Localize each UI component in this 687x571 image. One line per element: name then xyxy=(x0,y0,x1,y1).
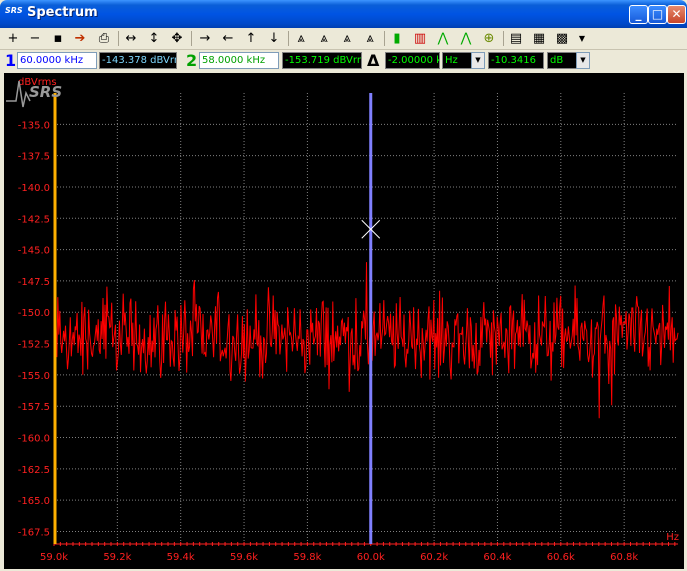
maximize-button[interactable]: □ xyxy=(648,5,667,24)
spectrum-chart[interactable]: -135.0 -137.5 -140.0 -142.5 -145.0 -147.5 -150… xyxy=(4,73,684,569)
fit-all-icon[interactable]: ✥ xyxy=(168,30,186,47)
menu-dropdown-icon[interactable]: ▼ xyxy=(573,30,591,47)
delta-value-unit-select[interactable]: dB xyxy=(547,52,577,69)
y-tick-label: -167.5 xyxy=(18,527,50,538)
y-tick-label: -155.0 xyxy=(18,371,50,382)
x-axis-label: Hz xyxy=(666,532,679,543)
arrow-left-icon[interactable]: ← xyxy=(219,30,237,47)
x-tick-label: 60.4k xyxy=(483,552,511,563)
delta-value: -10.3416 xyxy=(488,52,544,69)
marker2-value: -153.719 dBVrms xyxy=(282,52,362,69)
y-tick-label: -150.0 xyxy=(18,308,50,319)
minimize-button[interactable]: _ xyxy=(629,5,648,24)
svg-text:SRS: SRS xyxy=(29,83,62,101)
marker2-label: 2 xyxy=(186,51,198,70)
y-tick-label: -142.5 xyxy=(18,214,50,225)
fit-vertical-icon[interactable]: ↕ xyxy=(145,30,163,47)
target-icon[interactable]: ⊕ xyxy=(480,30,498,47)
marker-peak-icon[interactable]: ⩓ xyxy=(292,30,310,47)
close-icon: ✕ xyxy=(671,7,682,21)
marker2-freq-input[interactable]: 58.0000 kHz xyxy=(199,52,279,69)
y-tick-label: -152.5 xyxy=(18,340,50,351)
fit-horizontal-icon[interactable]: ↔ xyxy=(122,30,140,47)
spectrum-window: SRS Spectrum _ □ ✕ + − ▪ ➔ ⎙ ↔ ↕ ✥ → ← ↑… xyxy=(0,0,687,571)
x-tick-label: 59.0k xyxy=(40,552,68,563)
peak-right-icon[interactable]: ⋀ xyxy=(457,30,475,47)
table-icon[interactable]: ▦ xyxy=(530,30,548,47)
y-tick-label: -147.5 xyxy=(18,277,50,288)
arrow-right-icon[interactable]: → xyxy=(196,30,214,47)
spectrum-trace xyxy=(53,262,679,419)
delta-symbol: Δ xyxy=(367,51,380,70)
print-icon[interactable]: ⎙ xyxy=(95,30,113,47)
delta-freq-value: -2.00000 kHz xyxy=(385,52,440,69)
marker1-value: -143.378 dBVrms xyxy=(99,52,177,69)
marker-max-icon[interactable]: ⩓ xyxy=(338,30,356,47)
window-title: Spectrum xyxy=(27,5,98,20)
toolbar: + − ▪ ➔ ⎙ ↔ ↕ ✥ → ← ↑ ↓ ⩓ ⩓ ⩓ ⩓ ▮ ▥ ⋀ ⋀ … xyxy=(0,28,687,50)
arrow-up-icon[interactable]: ↑ xyxy=(242,30,260,47)
srs-app-icon: SRS xyxy=(5,6,23,15)
maximize-icon: □ xyxy=(651,7,664,21)
minimize-icon: _ xyxy=(635,7,642,21)
marker-min-icon[interactable]: ⩓ xyxy=(361,30,379,47)
y-tick-label: -165.0 xyxy=(18,496,50,507)
chevron-down-icon[interactable]: ▼ xyxy=(576,52,590,69)
color-bars-icon[interactable]: ▮ xyxy=(388,30,406,47)
x-tick-label: 59.4k xyxy=(167,552,195,563)
y-tick-label: -145.0 xyxy=(18,246,50,257)
y-tick-label: -157.5 xyxy=(18,402,50,413)
x-tick-label: 59.8k xyxy=(293,552,321,563)
marker1-label: 1 xyxy=(5,51,17,70)
x-tick-label: 60.6k xyxy=(547,552,575,563)
zoom-out-icon[interactable]: − xyxy=(26,30,44,47)
chevron-down-icon[interactable]: ▼ xyxy=(471,52,485,69)
x-tick-label: 59.2k xyxy=(103,552,131,563)
chart-props-icon[interactable]: ▥ xyxy=(411,30,429,47)
y-tick-label: -160.0 xyxy=(18,434,50,445)
y-tick-label: -162.5 xyxy=(18,465,50,476)
peak-left-icon[interactable]: ⋀ xyxy=(434,30,452,47)
title-bar[interactable]: SRS Spectrum _ □ ✕ xyxy=(0,0,687,28)
srs-logo: SRS xyxy=(6,80,62,108)
y-tick-label: -135.0 xyxy=(18,120,50,131)
export-icon[interactable]: ➔ xyxy=(71,30,89,47)
y-tick-label: -140.0 xyxy=(18,183,50,194)
marker1-freq-input[interactable]: 60.0000 kHz xyxy=(17,52,97,69)
marker-readout-bar: 1 60.0000 kHz -143.378 dBVrms 2 58.0000 … xyxy=(0,50,687,72)
y-tick-label: -137.5 xyxy=(18,152,50,163)
x-tick-label: 60.0k xyxy=(357,552,385,563)
arrow-down-icon[interactable]: ↓ xyxy=(265,30,283,47)
save-icon[interactable]: ▪ xyxy=(49,30,67,47)
spectrum-plot[interactable]: -135.0 -137.5 -140.0 -142.5 -145.0 -147.5 -150… xyxy=(4,73,684,569)
x-tick-label: 60.2k xyxy=(420,552,448,563)
copy-icon[interactable]: ▤ xyxy=(507,30,525,47)
zoom-in-icon[interactable]: + xyxy=(4,30,22,47)
x-tick-label: 60.8k xyxy=(610,552,638,563)
close-button[interactable]: ✕ xyxy=(667,5,686,24)
x-tick-label: 59.6k xyxy=(230,552,258,563)
calculator-icon[interactable]: ▩ xyxy=(553,30,571,47)
marker-search-icon[interactable]: ⩓ xyxy=(315,30,333,47)
delta-freq-unit-select[interactable]: Hz xyxy=(442,52,472,69)
